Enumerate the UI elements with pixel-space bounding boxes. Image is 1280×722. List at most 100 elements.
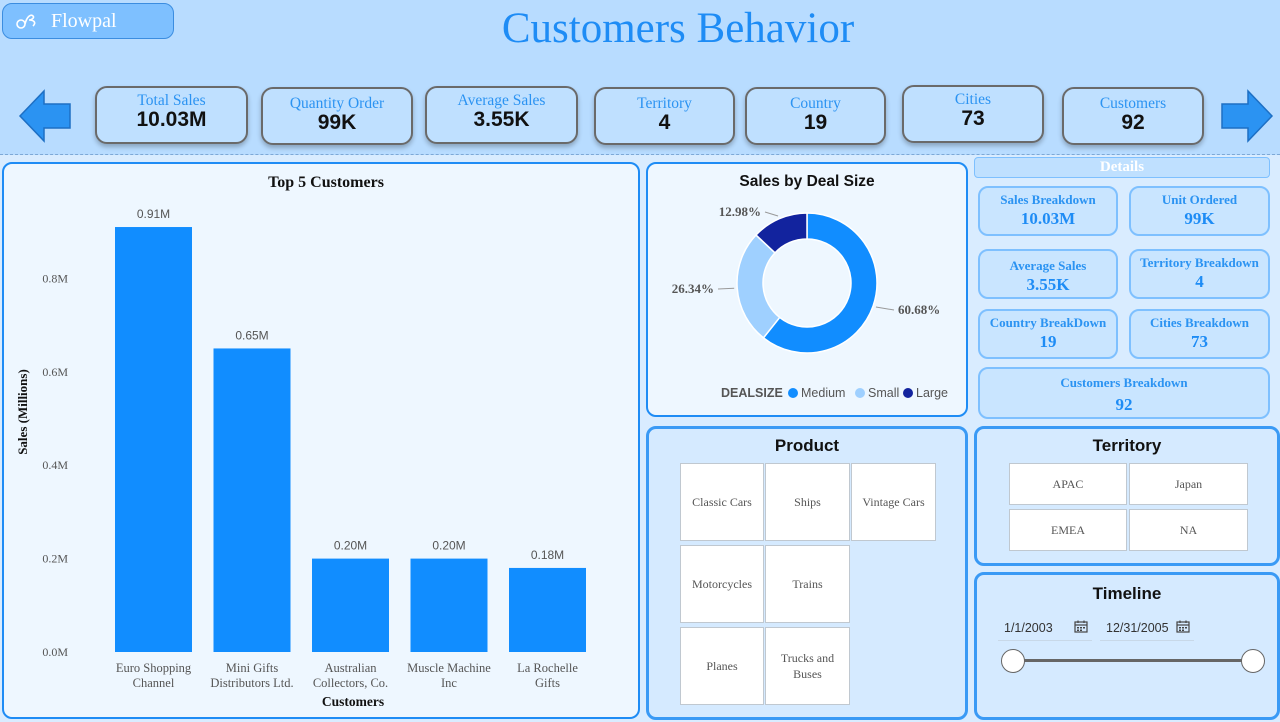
territory-slicer: Territory APAC Japan EMEA NA bbox=[974, 426, 1280, 566]
right-arrow-icon[interactable] bbox=[1220, 88, 1274, 144]
calendar-icon[interactable] bbox=[1074, 620, 1088, 633]
left-arrow-icon[interactable] bbox=[18, 88, 72, 144]
detail-card-country-breakdown: Country BreakDown 19 bbox=[978, 309, 1118, 359]
kpi-card-territory: Territory 4 bbox=[594, 87, 735, 145]
detail-label: Cities Breakdown bbox=[1149, 315, 1250, 330]
detail-label: Customers Breakdown bbox=[1060, 375, 1188, 390]
territory-option-na[interactable]: NA bbox=[1129, 509, 1248, 551]
slice-data-label: 12.98% bbox=[719, 204, 761, 219]
flow-logo-icon bbox=[16, 14, 36, 29]
timeline-slicer: Timeline 1/1/2003 12/31/2005 bbox=[974, 572, 1280, 720]
bar-data-label: 0.65M bbox=[235, 328, 268, 342]
detail-value: 3.55K bbox=[1026, 275, 1070, 294]
timeline-track bbox=[1013, 659, 1253, 662]
detail-value: 4 bbox=[1195, 272, 1204, 291]
detail-value: 19 bbox=[1039, 332, 1057, 351]
bar bbox=[312, 558, 389, 652]
y-tick-label: 0.0M bbox=[42, 645, 68, 659]
start-date-value: 1/1/2003 bbox=[1004, 620, 1053, 635]
legend-title: DEALSIZE bbox=[721, 386, 783, 400]
calendar-icon[interactable] bbox=[1176, 620, 1190, 633]
detail-label: Average Sales bbox=[1009, 258, 1087, 273]
kpi-label: Average Sales bbox=[457, 92, 546, 109]
chart-title: Top 5 Customers bbox=[268, 174, 384, 191]
top-customers-panel: Top 5 Customers 0.0M 0.2M 0.4M 0.6M 0.8M Sales… bbox=[2, 162, 640, 719]
detail-card-unit-ordered: Unit Ordered 99K bbox=[1129, 186, 1270, 236]
kpi-card-average-sales: Average Sales 3.55K bbox=[425, 86, 578, 144]
detail-value: 99K bbox=[1184, 209, 1215, 228]
detail-card-average-sales: Average Sales 3.55K bbox=[978, 249, 1118, 299]
end-date-input[interactable]: 12/31/2005 bbox=[1100, 615, 1194, 641]
territory-option-emea[interactable]: EMEA bbox=[1009, 509, 1127, 551]
kpi-card-cities: Cities 73 bbox=[902, 85, 1044, 143]
x-tick-label: La Rochelle bbox=[517, 661, 578, 675]
detail-value: 10.03M bbox=[1020, 209, 1076, 228]
slice-data-label: 26.34% bbox=[672, 281, 714, 296]
product-option-trucks-and-buses[interactable]: Trucks and Buses bbox=[765, 627, 850, 705]
legend-item-label: Large bbox=[916, 386, 948, 400]
territory-option-apac[interactable]: APAC bbox=[1009, 463, 1127, 505]
product-option-ships[interactable]: Ships bbox=[765, 463, 850, 541]
slice-leader-line bbox=[717, 287, 735, 290]
detail-label: Country BreakDown bbox=[989, 315, 1107, 330]
detail-card-sales-breakdown: Sales Breakdown 10.03M bbox=[978, 186, 1118, 236]
x-tick-label: Channel bbox=[133, 676, 175, 690]
detail-label: Sales Breakdown bbox=[1000, 192, 1096, 207]
kpi-value: 92 bbox=[1121, 111, 1145, 134]
product-option-trains[interactable]: Trains bbox=[765, 545, 850, 623]
detail-card-customers-breakdown: Customers Breakdown 92 bbox=[978, 367, 1270, 419]
bar bbox=[213, 348, 291, 652]
detail-value: 73 bbox=[1191, 332, 1208, 351]
detail-card-territory-breakdown: Territory Breakdown 4 bbox=[1129, 249, 1270, 299]
bar-data-label: 0.20M bbox=[432, 539, 465, 553]
legend-marker bbox=[855, 388, 865, 398]
brand-logo[interactable]: Flowpal bbox=[2, 3, 174, 39]
bar bbox=[509, 567, 586, 652]
product-option-vintage-cars[interactable]: Vintage Cars bbox=[851, 463, 936, 541]
x-tick-label: Mini Gifts bbox=[226, 661, 279, 675]
x-tick-label: Collectors, Co. bbox=[313, 676, 388, 690]
x-tick-label: Gifts bbox=[535, 676, 560, 690]
product-option-classic-cars[interactable]: Classic Cars bbox=[680, 463, 764, 541]
deal-size-panel: Sales by Deal Size 60.68% 26.34% 12.98% DEAL… bbox=[646, 162, 968, 417]
bar-data-label: 0.20M bbox=[334, 539, 367, 553]
territory-option-japan[interactable]: Japan bbox=[1129, 463, 1248, 505]
kpi-value: 10.03M bbox=[136, 108, 207, 131]
timeline-title: Timeline bbox=[1092, 584, 1162, 603]
product-slicer-title: Product bbox=[774, 436, 840, 455]
kpi-card-total-sales: Total Sales 10.03M bbox=[95, 86, 248, 144]
kpi-label: Total Sales bbox=[137, 92, 206, 109]
y-tick-label: 0.8M bbox=[42, 271, 68, 285]
timeline-start-handle[interactable] bbox=[1001, 649, 1025, 673]
kpi-label: Cities bbox=[954, 91, 992, 108]
detail-label: Territory Breakdown bbox=[1140, 255, 1259, 270]
detail-label: Unit Ordered bbox=[1161, 192, 1238, 207]
x-tick-label: Australian bbox=[324, 661, 377, 675]
kpi-label: Country bbox=[790, 95, 841, 112]
x-tick-label: Muscle Machine bbox=[407, 661, 491, 675]
timeline-end-handle[interactable] bbox=[1241, 649, 1265, 673]
y-tick-label: 0.2M bbox=[42, 552, 68, 566]
y-tick-label: 0.6M bbox=[42, 365, 68, 379]
product-option-planes[interactable]: Planes bbox=[680, 627, 764, 705]
start-date-input[interactable]: 1/1/2003 bbox=[998, 615, 1092, 641]
kpi-value: 3.55K bbox=[473, 108, 530, 131]
kpi-card-quantity-order: Quantity Order 99K bbox=[261, 87, 413, 145]
deal-size-chart: Sales by Deal Size 60.68% 26.34% 12.98% DEAL… bbox=[672, 173, 948, 400]
legend-marker bbox=[903, 388, 913, 398]
product-slicer: Product Classic Cars Ships Vintage Cars … bbox=[646, 426, 968, 720]
kpi-card-country: Country 19 bbox=[745, 87, 886, 145]
top-customers-chart: Top 5 Customers 0.0M 0.2M 0.4M 0.6M 0.8M Sales… bbox=[15, 174, 586, 709]
detail-card-cities-breakdown: Cities Breakdown 73 bbox=[1129, 309, 1270, 359]
end-date-value: 12/31/2005 bbox=[1106, 620, 1169, 635]
bar-data-label: 0.91M bbox=[137, 207, 170, 221]
kpi-label: Territory bbox=[637, 95, 692, 112]
page-title: Customers Behavior bbox=[501, 5, 855, 52]
chart-title: Sales by Deal Size bbox=[739, 173, 875, 190]
slice-leader-line bbox=[875, 306, 895, 311]
details-header: Details bbox=[974, 157, 1270, 178]
x-tick-label: Inc bbox=[441, 676, 457, 690]
kpi-value: 4 bbox=[658, 111, 671, 134]
product-option-motorcycles[interactable]: Motorcycles bbox=[680, 545, 764, 623]
x-axis-label: Customers bbox=[322, 694, 384, 709]
